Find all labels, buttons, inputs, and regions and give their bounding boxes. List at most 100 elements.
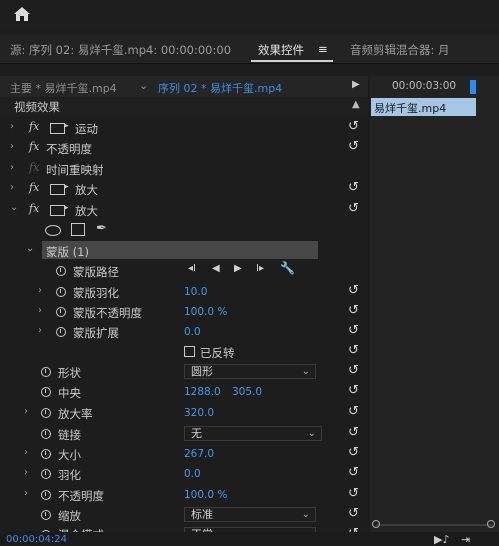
scroll-start-handle[interactable] xyxy=(372,520,380,528)
expand-arrow-icon[interactable]: › xyxy=(24,406,28,417)
expand-arrow-icon[interactable]: › xyxy=(10,162,14,173)
feather-value[interactable]: 0.0 xyxy=(184,468,201,480)
inverted-checkbox[interactable] xyxy=(184,346,195,357)
expand-arrow-icon[interactable]: › xyxy=(10,182,14,193)
transform-icon[interactable] xyxy=(50,182,69,195)
playhead[interactable] xyxy=(470,80,476,94)
home-icon[interactable] xyxy=(10,3,34,25)
tab-audio-mixer[interactable]: 音频剪辑混合器: 月 xyxy=(350,42,450,58)
scroll-end-handle[interactable] xyxy=(487,520,495,528)
fx-icon[interactable]: fx xyxy=(29,181,39,194)
transform-icon[interactable] xyxy=(50,121,69,134)
expand-arrow-icon[interactable]: › xyxy=(10,121,14,132)
stopwatch-icon[interactable] xyxy=(41,429,51,439)
size-value[interactable]: 267.0 xyxy=(184,448,214,460)
reset-icon[interactable]: ↺ xyxy=(348,404,359,419)
stopwatch-icon[interactable] xyxy=(41,367,51,377)
top-bar xyxy=(0,0,499,30)
fx-icon[interactable]: fx xyxy=(29,202,39,215)
mask-expansion-value[interactable]: 0.0 xyxy=(184,326,201,338)
scaling-dropdown[interactable]: 标准 ⌄ xyxy=(184,507,316,522)
shape-dropdown[interactable]: 圆形 ⌄ xyxy=(184,364,316,379)
collapse-up-icon[interactable]: ▲ xyxy=(352,99,360,110)
timeline-clip[interactable]: 易烊千玺.mp4 xyxy=(371,98,476,116)
track-backward-icon[interactable]: ◂I xyxy=(188,263,196,274)
filter-audio-icon[interactable]: ▶♪ xyxy=(434,533,449,546)
collapse-arrow-icon[interactable]: ⌄ xyxy=(10,202,18,213)
source-clip-label[interactable]: 主要 * 易烊千玺.mp4 xyxy=(10,80,117,96)
expand-arrow-icon[interactable]: › xyxy=(38,305,42,316)
center-y-value[interactable]: 305.0 xyxy=(232,386,262,398)
reset-icon[interactable]: ↺ xyxy=(348,180,359,195)
reset-icon[interactable]: ↺ xyxy=(348,363,359,378)
link-dropdown[interactable]: 无 ⌄ xyxy=(184,426,322,441)
reset-icon[interactable]: ↺ xyxy=(348,303,359,318)
export-clip-icon[interactable]: ⇥ xyxy=(461,533,470,546)
reset-icon[interactable]: ↺ xyxy=(348,343,359,358)
collapse-arrow-icon[interactable]: ⌄ xyxy=(26,243,34,254)
ellipse-mask-icon[interactable] xyxy=(45,225,61,236)
sequence-clip-label[interactable]: 序列 02 * 易烊千玺.mp4 xyxy=(158,80,282,96)
stopwatch-icon[interactable] xyxy=(41,408,51,418)
mask-path-label: 蒙版路径 xyxy=(73,265,119,279)
reset-icon[interactable]: ↺ xyxy=(348,486,359,501)
stopwatch-icon[interactable] xyxy=(41,510,51,520)
reset-icon[interactable]: ↺ xyxy=(348,445,359,460)
section-title: 视频效果 xyxy=(14,100,60,114)
chevron-down-icon[interactable]: ⌄ xyxy=(139,79,148,92)
shape-value: 圆形 xyxy=(191,365,213,378)
panel-menu-icon[interactable]: ≡ xyxy=(318,42,328,56)
stopwatch-icon[interactable] xyxy=(41,490,51,500)
stopwatch-icon[interactable] xyxy=(56,287,66,297)
magnification-value[interactable]: 320.0 xyxy=(184,407,214,419)
size-label: 大小 xyxy=(58,448,81,462)
expand-arrow-icon[interactable]: › xyxy=(24,447,28,458)
reset-icon[interactable]: ↺ xyxy=(348,323,359,338)
effect-zoom-expanded[interactable]: 放大 xyxy=(75,203,98,219)
expand-arrow-icon[interactable]: › xyxy=(10,141,14,152)
track-forward-icon[interactable]: I▸ xyxy=(256,263,264,274)
expand-arrow-icon[interactable]: › xyxy=(24,488,28,499)
opacity-value[interactable]: 100.0 % xyxy=(184,489,227,501)
center-x-value[interactable]: 1288.0 xyxy=(184,386,221,398)
stopwatch-icon[interactable] xyxy=(41,449,51,459)
play-icon[interactable]: ▶ xyxy=(352,79,360,90)
reset-icon[interactable]: ↺ xyxy=(348,283,359,298)
tab-source[interactable]: 源: 序列 02: 易烊千玺.mp4: 00:00:00:00 xyxy=(10,42,231,58)
pen-tool-icon[interactable]: ✒ xyxy=(96,221,107,236)
fx-icon[interactable]: fx xyxy=(29,120,39,133)
transform-icon[interactable] xyxy=(50,203,69,216)
tab-effect-controls[interactable]: 效果控件 xyxy=(258,42,304,58)
reset-icon[interactable]: ↺ xyxy=(348,425,359,440)
fx-icon[interactable]: fx xyxy=(29,140,39,153)
rectangle-mask-icon[interactable] xyxy=(71,223,85,236)
track-forward-frame-icon[interactable]: ▶ xyxy=(234,263,242,274)
effect-opacity[interactable]: 不透明度 xyxy=(46,141,92,157)
effect-zoom[interactable]: 放大 xyxy=(75,182,98,198)
reset-icon[interactable]: ↺ xyxy=(348,139,359,154)
timeline-scrollbar[interactable] xyxy=(376,524,493,526)
opacity-label: 不透明度 xyxy=(58,489,104,503)
track-back-frame-icon[interactable]: ◀ xyxy=(212,263,220,274)
reset-icon[interactable]: ↺ xyxy=(348,383,359,398)
reset-icon[interactable]: ↺ xyxy=(348,465,359,480)
mask-name[interactable]: 蒙版 (1) xyxy=(46,244,89,260)
mask-opacity-value[interactable]: 100.0 % xyxy=(184,306,227,318)
reset-icon[interactable]: ↺ xyxy=(348,119,359,134)
effect-motion[interactable]: 运动 xyxy=(75,121,98,137)
stopwatch-icon[interactable] xyxy=(56,307,66,317)
expand-arrow-icon[interactable]: › xyxy=(38,325,42,336)
effect-time-remap[interactable]: 时间重映射 xyxy=(46,162,104,178)
mask-feather-value[interactable]: 10.0 xyxy=(184,286,207,298)
reset-icon[interactable]: ↺ xyxy=(348,201,359,216)
expand-arrow-icon[interactable]: › xyxy=(38,285,42,296)
wrench-icon[interactable]: 🔧 xyxy=(280,261,295,275)
current-timecode[interactable]: 00:00:04:24 xyxy=(6,534,67,545)
stopwatch-icon[interactable] xyxy=(41,469,51,479)
stopwatch-icon[interactable] xyxy=(56,266,66,276)
expand-arrow-icon[interactable]: › xyxy=(24,467,28,478)
stopwatch-icon[interactable] xyxy=(56,327,66,337)
clip-header: 主要 * 易烊千玺.mp4 ⌄ 序列 02 * 易烊千玺.mp4 ▶ xyxy=(0,76,368,97)
reset-icon[interactable]: ↺ xyxy=(348,506,359,521)
stopwatch-icon[interactable] xyxy=(41,387,51,397)
